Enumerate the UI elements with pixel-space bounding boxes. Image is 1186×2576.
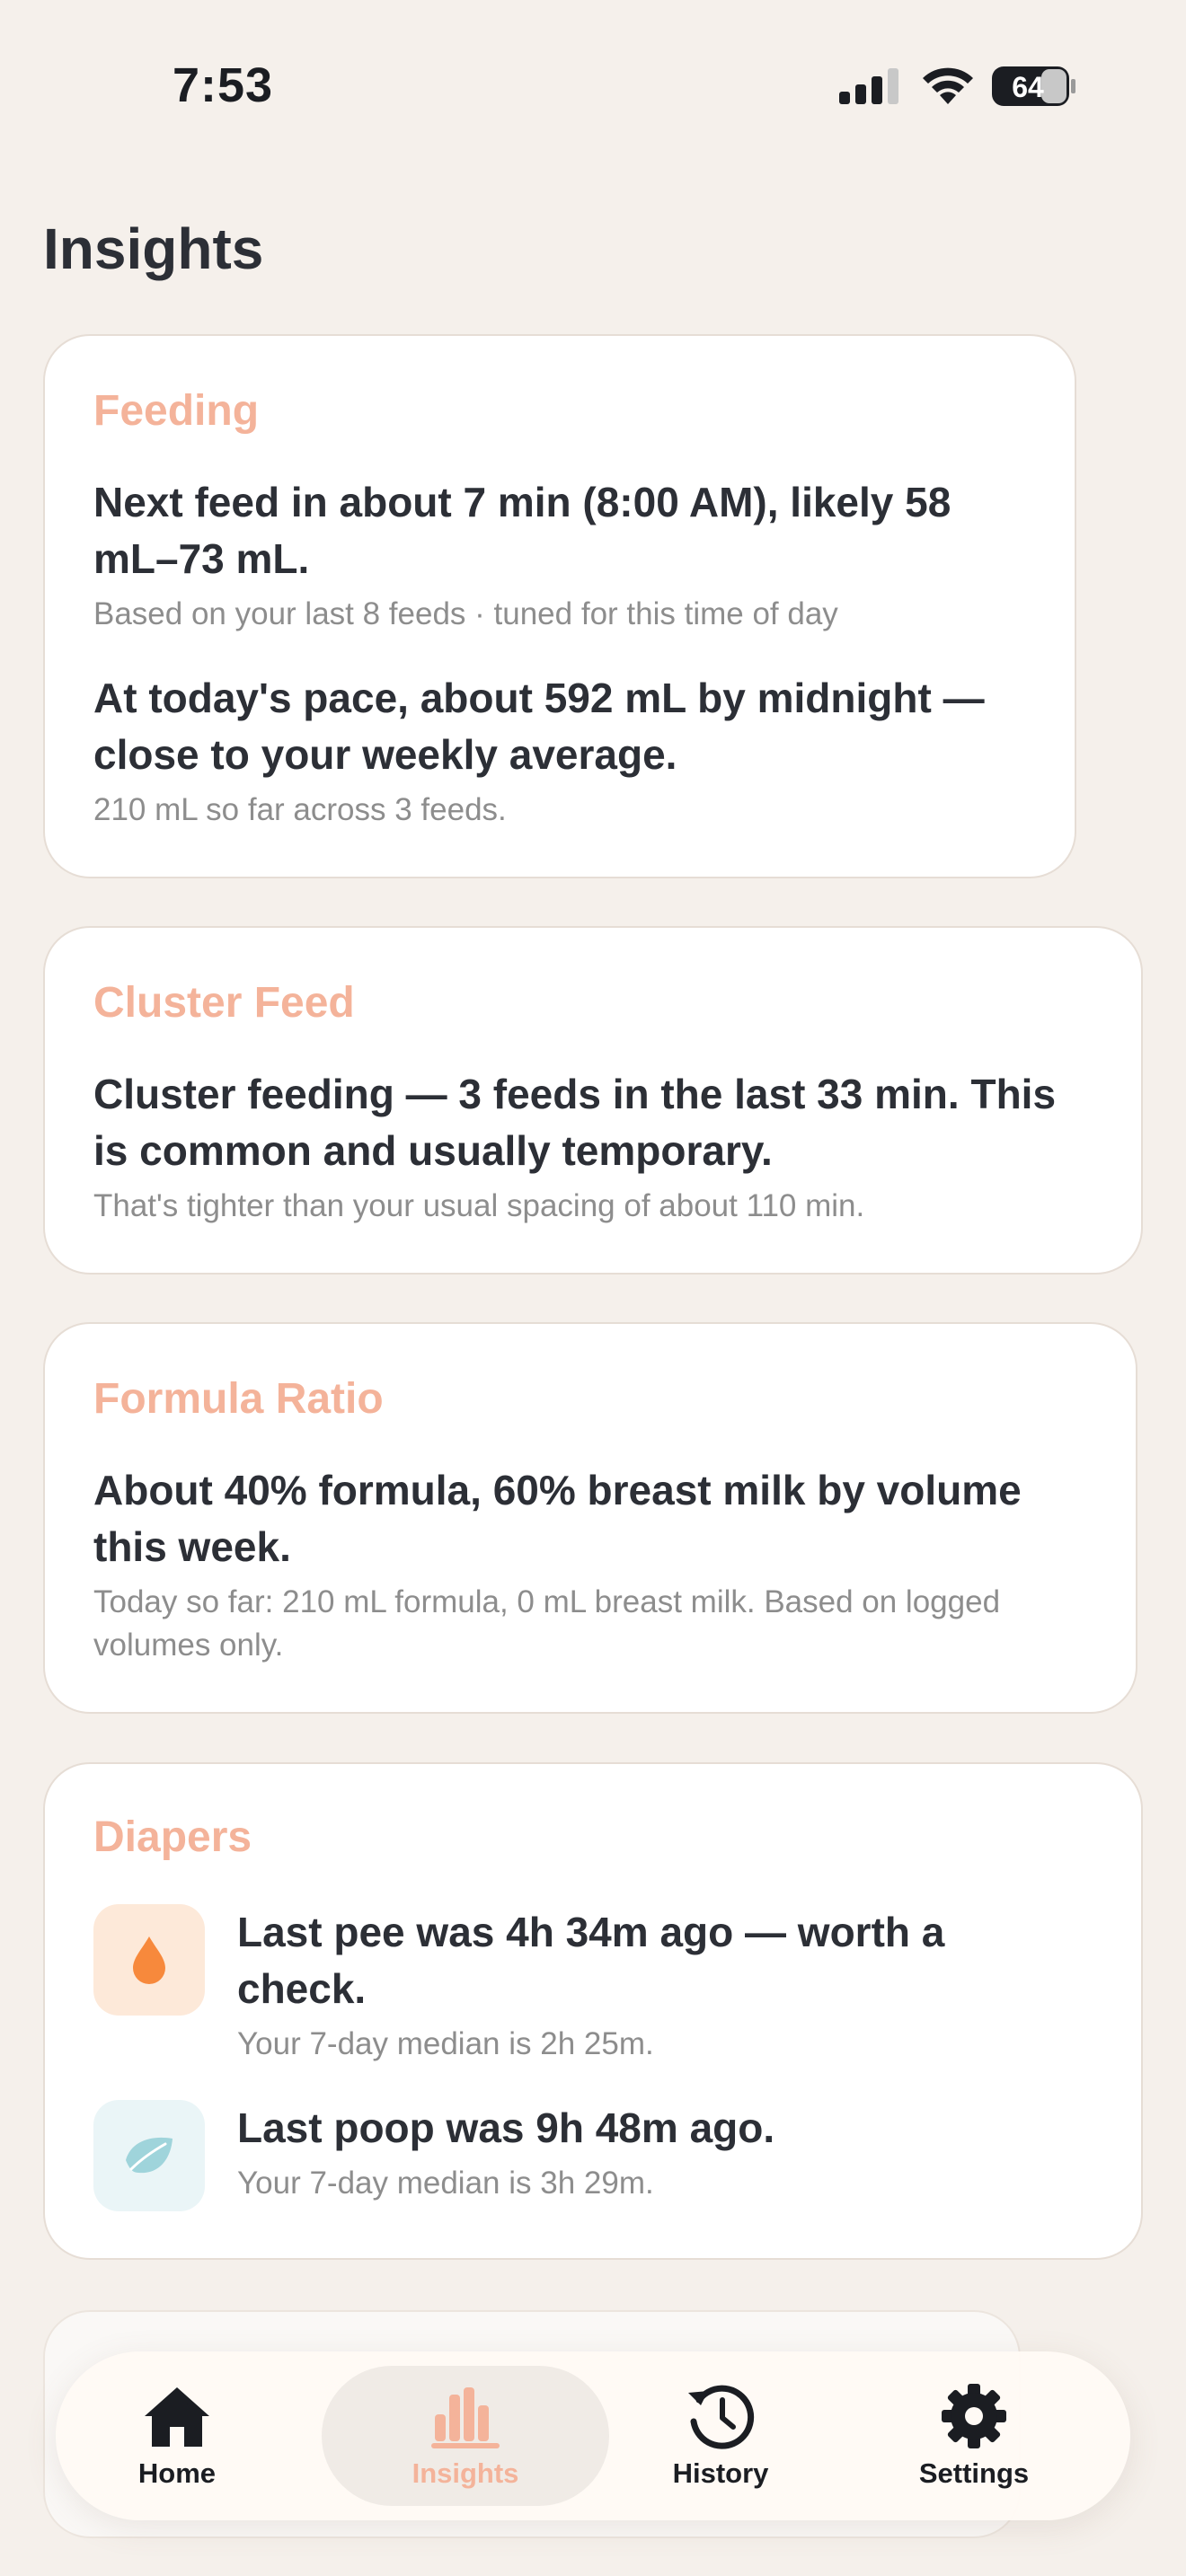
- tab-home[interactable]: Home: [78, 2351, 276, 2520]
- chart-icon: [431, 2387, 500, 2448]
- tab-settings[interactable]: Settings: [875, 2351, 1073, 2520]
- formula-ratio-card-title: Formula Ratio: [93, 1375, 384, 1423]
- tab-history[interactable]: History: [622, 2351, 819, 2520]
- next-feed-prediction: Next feed in about 7 min (8:00 AM), like…: [93, 479, 951, 582]
- formula-ratio-card[interactable]: Formula Ratio About 40% formula, 60% bre…: [43, 1322, 1137, 1714]
- next-feed-note: Based on your last 8 feeds · tuned for t…: [93, 596, 838, 631]
- cluster-feed-card-title: Cluster Feed: [93, 979, 355, 1027]
- cluster-feed-message: Cluster feeding — 3 feeds in the last 33…: [93, 1071, 1057, 1174]
- pee-insight-row: Last pee was 4h 34m ago — worth a check.…: [93, 1904, 1093, 2084]
- status-bar: 7:53 64: [0, 0, 1186, 171]
- formula-ratio-note: Today so far: 210 mL formula, 0 mL breas…: [93, 1584, 1001, 1663]
- poop-insight-row: Last poop was 9h 48m ago. Your 7-day med…: [93, 2100, 1093, 2226]
- diapers-card-title: Diapers: [93, 1813, 252, 1861]
- wifi-icon: [923, 67, 973, 104]
- tab-insights[interactable]: Insights: [367, 2351, 564, 2520]
- home-icon: [145, 2387, 209, 2447]
- drop-icon: [133, 1936, 165, 1984]
- gear-icon: [942, 2384, 1006, 2448]
- battery-icon: 64: [992, 66, 1075, 106]
- feeding-card-title: Feeding: [93, 387, 260, 435]
- tab-insights-label: Insights: [412, 2457, 519, 2489]
- formula-ratio-message: About 40% formula, 60% breast milk by vo…: [93, 1467, 1022, 1570]
- pee-message: Last pee was 4h 34m ago — worth a check.: [237, 1909, 945, 2012]
- poop-icon-tile: [93, 2100, 205, 2211]
- tab-settings-label: Settings: [918, 2457, 1030, 2489]
- cluster-feed-note: That's tighter than your usual spacing o…: [93, 1188, 865, 1223]
- pee-note: Your 7-day median is 2h 25m.: [237, 2026, 654, 2061]
- feeding-card[interactable]: Feeding Next feed in about 7 min (8:00 A…: [43, 334, 1076, 878]
- battery-level: 64: [1012, 71, 1044, 103]
- signal-icon: [839, 68, 898, 104]
- page-title: Insights: [43, 216, 264, 281]
- pee-icon-tile: [93, 1904, 205, 2016]
- status-time: 7:53: [173, 58, 274, 112]
- daily-pace-note: 210 mL so far across 3 feeds.: [93, 792, 507, 827]
- tab-history-label: History: [672, 2457, 769, 2489]
- poop-message: Last poop was 9h 48m ago.: [237, 2104, 775, 2151]
- history-icon: [688, 2385, 755, 2449]
- poop-note: Your 7-day median is 3h 29m.: [237, 2166, 654, 2201]
- diapers-card[interactable]: Diapers Last pee was 4h 34m ago — worth …: [43, 1762, 1143, 2260]
- leaf-icon: [126, 2137, 173, 2174]
- tab-home-label: Home: [137, 2457, 217, 2489]
- tab-bar: Home Insights History Settings: [56, 2351, 1130, 2520]
- cluster-feed-card[interactable]: Cluster Feed Cluster feeding — 3 feeds i…: [43, 926, 1143, 1275]
- daily-pace-estimate: At today's pace, about 592 mL by midnigh…: [93, 675, 985, 778]
